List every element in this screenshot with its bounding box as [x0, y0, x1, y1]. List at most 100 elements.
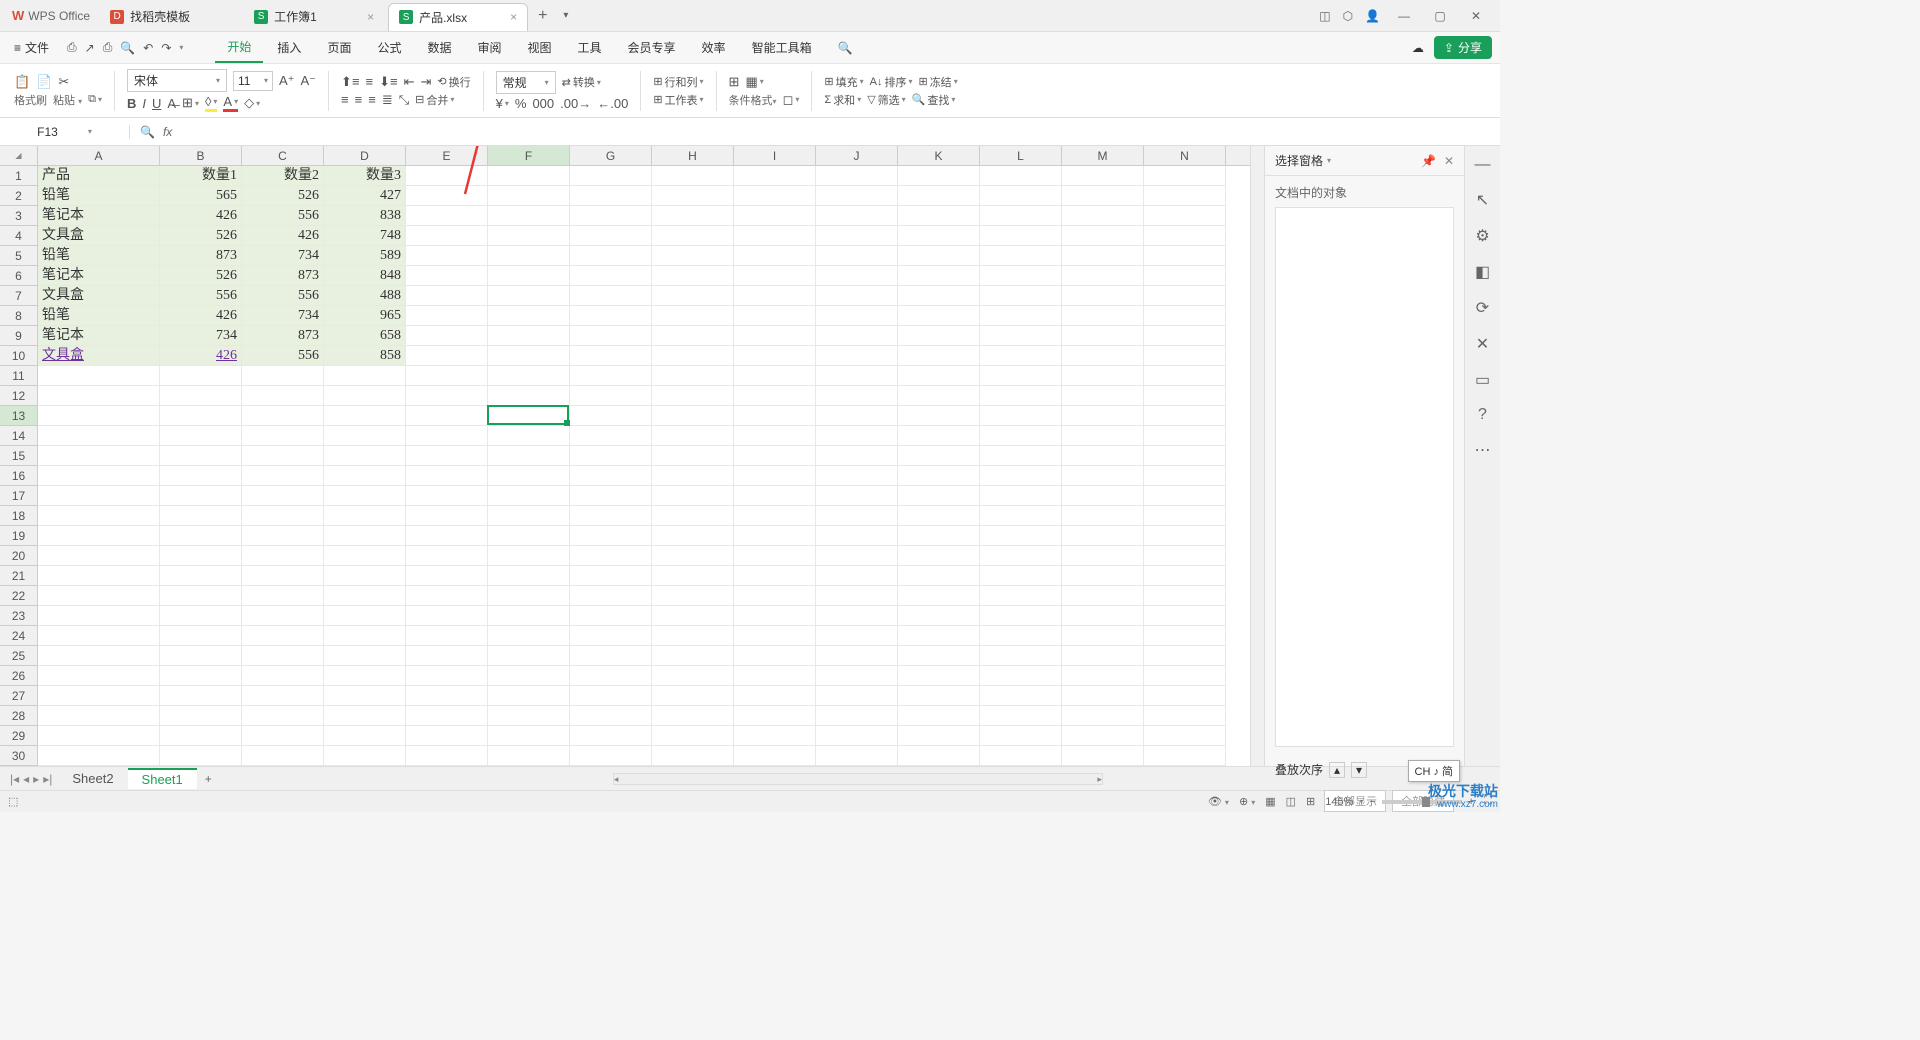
filter-button[interactable]: ▽ 筛选▾	[867, 92, 905, 108]
prev-sheet-icon[interactable]: ◂	[23, 772, 29, 786]
cell-K15[interactable]	[898, 446, 980, 466]
cell-G1[interactable]	[570, 166, 652, 186]
find-button[interactable]: 🔍 查找▾	[912, 92, 956, 108]
cell-M5[interactable]	[1062, 246, 1144, 266]
cell-A25[interactable]	[38, 646, 160, 666]
cell-B5[interactable]: 873	[160, 246, 242, 266]
currency-icon[interactable]: ¥▾	[496, 96, 509, 111]
cell-L18[interactable]	[980, 506, 1062, 526]
cell-M14[interactable]	[1062, 426, 1144, 446]
cell-M15[interactable]	[1062, 446, 1144, 466]
cell-F14[interactable]	[488, 426, 570, 446]
cell-H1[interactable]	[652, 166, 734, 186]
cell-K29[interactable]	[898, 726, 980, 746]
cell-E13[interactable]	[406, 406, 488, 426]
cell-J29[interactable]	[816, 726, 898, 746]
zoom-fx-icon[interactable]: 🔍	[140, 125, 155, 139]
cell-N12[interactable]	[1144, 386, 1226, 406]
cell-H27[interactable]	[652, 686, 734, 706]
cell-I1[interactable]	[734, 166, 816, 186]
table-style-icon[interactable]: ⊞	[729, 74, 740, 90]
cell-L30[interactable]	[980, 746, 1062, 766]
cell-K17[interactable]	[898, 486, 980, 506]
close-icon[interactable]: ×	[367, 10, 374, 24]
row-header-8[interactable]: 8	[0, 306, 38, 326]
row-header-24[interactable]: 24	[0, 626, 38, 646]
tab-tools[interactable]: 工具	[566, 33, 614, 62]
cell-D6[interactable]: 848	[324, 266, 406, 286]
decrease-font-icon[interactable]: A⁻	[301, 73, 317, 89]
cell-L6[interactable]	[980, 266, 1062, 286]
cell-K1[interactable]	[898, 166, 980, 186]
view-normal-icon[interactable]: ▦	[1265, 795, 1275, 808]
format-painter-label[interactable]: 格式刷	[14, 92, 47, 108]
fill-button[interactable]: ⊞ 填充▾	[824, 74, 863, 90]
cell-L9[interactable]	[980, 326, 1062, 346]
col-header-C[interactable]: C	[242, 146, 324, 165]
zoom-out-icon[interactable]: −	[1369, 796, 1375, 808]
cell-A29[interactable]	[38, 726, 160, 746]
col-header-H[interactable]: H	[652, 146, 734, 165]
cell-C3[interactable]: 556	[242, 206, 324, 226]
cloud-icon[interactable]: ☁	[1412, 41, 1424, 55]
row-header-19[interactable]: 19	[0, 526, 38, 546]
format-icon[interactable]: ◻▾	[783, 92, 800, 108]
cell-G3[interactable]	[570, 206, 652, 226]
cell-H16[interactable]	[652, 466, 734, 486]
cell-L17[interactable]	[980, 486, 1062, 506]
cell-A8[interactable]: 铅笔	[38, 306, 160, 326]
cell-A1[interactable]: 产品	[38, 166, 160, 186]
collapse-icon[interactable]: —	[1475, 156, 1491, 174]
cell-F13[interactable]	[488, 406, 570, 426]
cell-A18[interactable]	[38, 506, 160, 526]
cell-L23[interactable]	[980, 606, 1062, 626]
chart-icon[interactable]: ▭	[1475, 370, 1490, 390]
align-center-icon[interactable]: ≡	[355, 92, 363, 107]
cell-B27[interactable]	[160, 686, 242, 706]
cell-J11[interactable]	[816, 366, 898, 386]
cell-D27[interactable]	[324, 686, 406, 706]
cell-L27[interactable]	[980, 686, 1062, 706]
cell-I14[interactable]	[734, 426, 816, 446]
fill-color-icon[interactable]: ◊▾	[205, 94, 217, 112]
cell-N24[interactable]	[1144, 626, 1226, 646]
cell-B10[interactable]: 426	[160, 346, 242, 366]
sheet-tab-sheet2[interactable]: Sheet2	[58, 769, 127, 788]
cell-L26[interactable]	[980, 666, 1062, 686]
align-left-icon[interactable]: ≡	[341, 92, 349, 107]
convert-button[interactable]: ⇄ 转换▾	[562, 74, 601, 90]
horizontal-scrollbar[interactable]: ◂▸	[220, 773, 1496, 785]
cell-I13[interactable]	[734, 406, 816, 426]
cell-G2[interactable]	[570, 186, 652, 206]
cell-D30[interactable]	[324, 746, 406, 766]
row-header-12[interactable]: 12	[0, 386, 38, 406]
cell-B17[interactable]	[160, 486, 242, 506]
cell-G26[interactable]	[570, 666, 652, 686]
indent-dec-icon[interactable]: ⇤	[404, 74, 415, 90]
cell-D4[interactable]: 748	[324, 226, 406, 246]
cell-E4[interactable]	[406, 226, 488, 246]
cell-A7[interactable]: 文具盒	[38, 286, 160, 306]
cell-I4[interactable]	[734, 226, 816, 246]
cell-F10[interactable]	[488, 346, 570, 366]
sum-button[interactable]: Σ 求和▾	[824, 92, 861, 108]
cell-F11[interactable]	[488, 366, 570, 386]
copy-icon[interactable]: ⧉▾	[88, 93, 102, 106]
cell-F19[interactable]	[488, 526, 570, 546]
cell-J8[interactable]	[816, 306, 898, 326]
cell-B7[interactable]: 556	[160, 286, 242, 306]
cell-L3[interactable]	[980, 206, 1062, 226]
cell-N6[interactable]	[1144, 266, 1226, 286]
cell-B29[interactable]	[160, 726, 242, 746]
col-header-A[interactable]: A	[38, 146, 160, 165]
font-size-select[interactable]: 11▾	[233, 71, 273, 91]
cell-D2[interactable]: 427	[324, 186, 406, 206]
cell-F6[interactable]	[488, 266, 570, 286]
tab-smart[interactable]: 智能工具箱	[740, 33, 824, 62]
cell-M13[interactable]	[1062, 406, 1144, 426]
row-header-1[interactable]: 1	[0, 166, 38, 186]
align-bottom-icon[interactable]: ⬇≡	[379, 74, 397, 90]
cell-G25[interactable]	[570, 646, 652, 666]
cell-J19[interactable]	[816, 526, 898, 546]
cell-H30[interactable]	[652, 746, 734, 766]
